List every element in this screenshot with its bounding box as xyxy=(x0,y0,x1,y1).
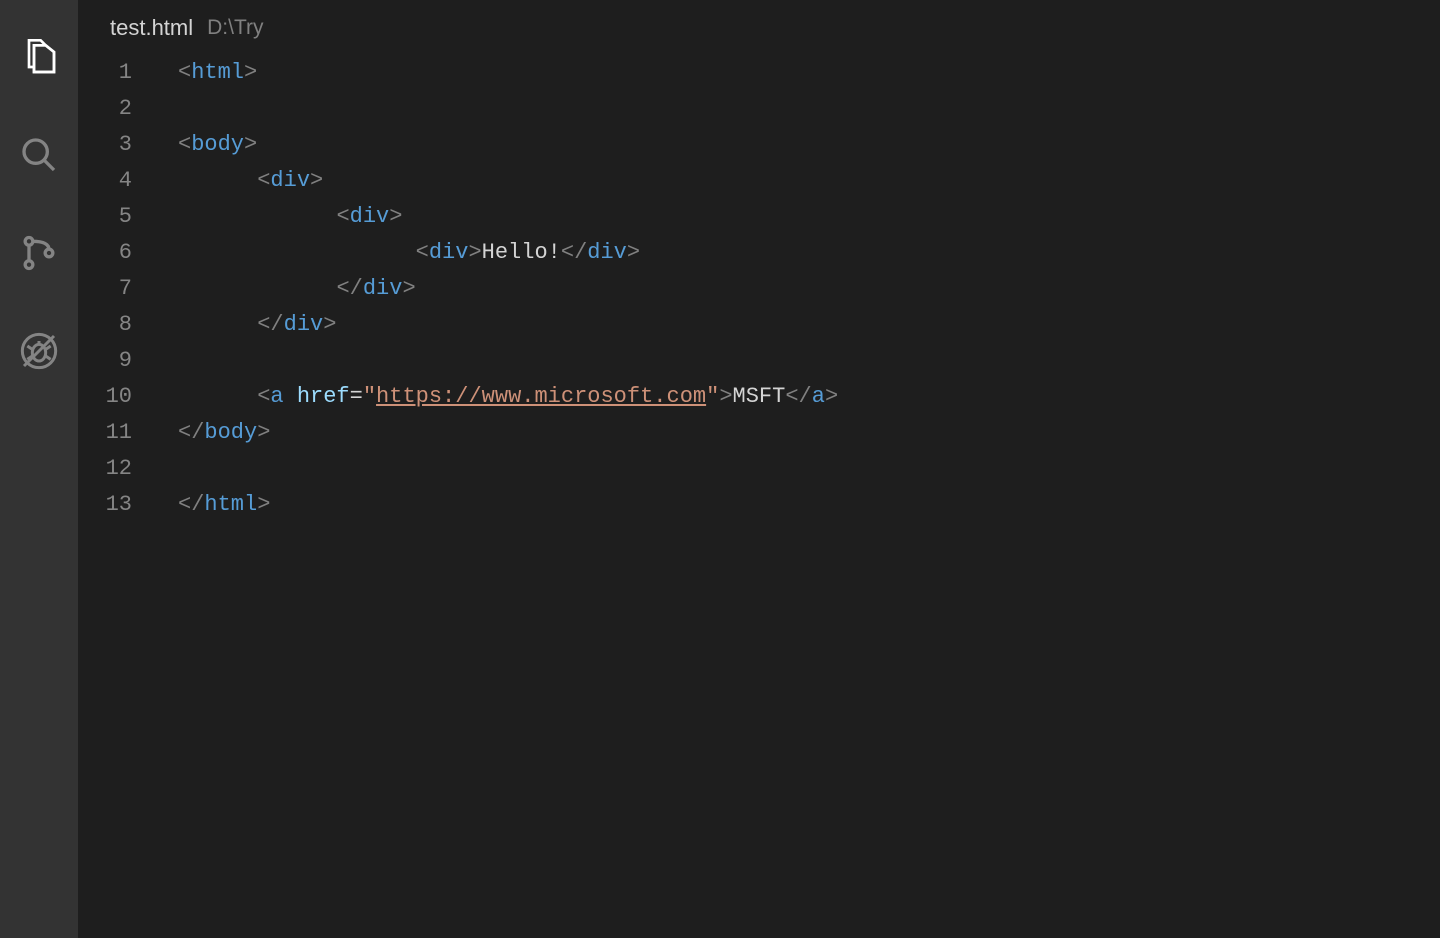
source-control-icon[interactable] xyxy=(0,214,78,292)
tab-filename: test.html xyxy=(110,15,193,41)
open-file-tab[interactable]: test.html D:\Try xyxy=(78,0,1440,55)
code-line[interactable]: <div>Hello!</div> xyxy=(178,235,1440,271)
code-line[interactable]: <div> xyxy=(178,199,1440,235)
line-gutter: 12345678910111213 xyxy=(78,55,168,938)
line-number: 3 xyxy=(78,127,132,163)
code-line[interactable] xyxy=(178,91,1440,127)
code-line[interactable]: </html> xyxy=(178,487,1440,523)
code-line[interactable]: <a href="https://www.microsoft.com">MSFT… xyxy=(178,379,1440,415)
code-line[interactable]: <html> xyxy=(178,55,1440,91)
url-link[interactable]: https://www.microsoft.com xyxy=(376,384,706,409)
line-number: 8 xyxy=(78,307,132,343)
search-icon[interactable] xyxy=(0,116,78,194)
code-line[interactable]: </div> xyxy=(178,307,1440,343)
line-number: 1 xyxy=(78,55,132,91)
code-editor[interactable]: 12345678910111213 <html><body> <div> <di… xyxy=(78,55,1440,938)
code-line[interactable] xyxy=(178,451,1440,487)
line-number: 2 xyxy=(78,91,132,127)
line-number: 12 xyxy=(78,451,132,487)
line-number: 11 xyxy=(78,415,132,451)
debug-icon[interactable] xyxy=(0,312,78,390)
line-number: 5 xyxy=(78,199,132,235)
code-line[interactable]: </div> xyxy=(178,271,1440,307)
code-line[interactable]: <div> xyxy=(178,163,1440,199)
line-number: 13 xyxy=(78,487,132,523)
explorer-icon[interactable] xyxy=(0,18,78,96)
tab-path: D:\Try xyxy=(207,16,263,40)
line-number: 4 xyxy=(78,163,132,199)
line-number: 6 xyxy=(78,235,132,271)
activity-bar xyxy=(0,0,78,938)
line-number: 10 xyxy=(78,379,132,415)
line-number: 7 xyxy=(78,271,132,307)
line-number: 9 xyxy=(78,343,132,379)
code-line[interactable]: </body> xyxy=(178,415,1440,451)
code-content[interactable]: <html> <body> <div> <div> <div>Hello!</di… xyxy=(168,55,1440,938)
code-line[interactable]: <body> xyxy=(178,127,1440,163)
editor: test.html D:\Try 12345678910111213 <html… xyxy=(78,0,1440,938)
code-line[interactable] xyxy=(178,343,1440,379)
